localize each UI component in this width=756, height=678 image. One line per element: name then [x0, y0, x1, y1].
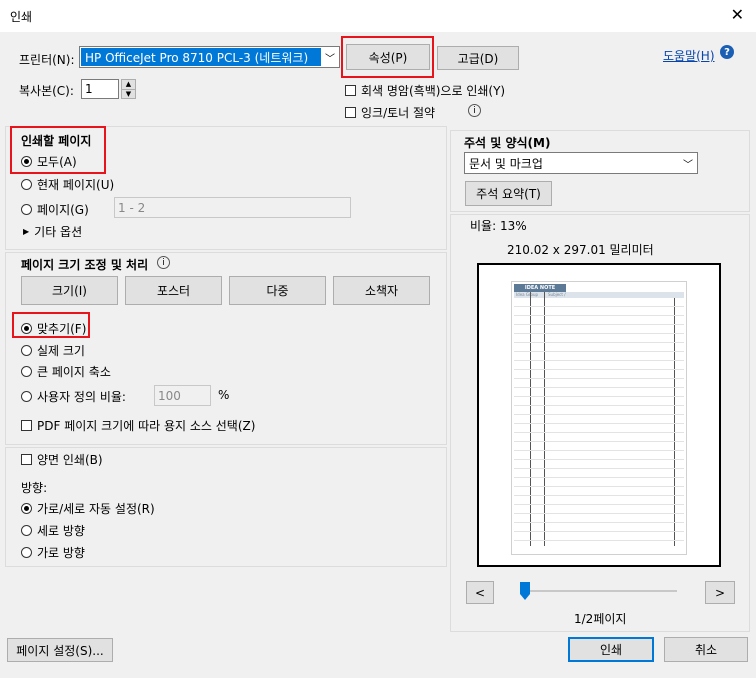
copies-label: 복사본(C):	[19, 84, 74, 98]
comments-selected-value: 문서 및 마크업	[469, 156, 543, 171]
tab-poster[interactable]: 포스터	[125, 276, 222, 305]
page-indicator: 1/2페이지	[574, 612, 627, 626]
preview-doc-lines	[514, 298, 684, 546]
duplex-option[interactable]: 양면 인쇄(B)	[21, 451, 103, 468]
pages-current-label: 현재 페이지(U)	[37, 178, 115, 192]
preview-doc-col1: Idea Group	[516, 292, 539, 297]
comments-select[interactable]: 문서 및 마크업 ﹀	[464, 152, 698, 174]
tab-booklet[interactable]: 소책자	[333, 276, 430, 305]
preview-doc-title: IDEA NOTE	[514, 284, 566, 292]
percent-label: %	[218, 388, 230, 402]
print-button[interactable]: 인쇄	[568, 637, 654, 662]
fit-radio[interactable]	[21, 323, 32, 334]
copies-spinner[interactable]: ▲ ▼	[121, 79, 136, 99]
more-options-label: 기타 옵션	[34, 225, 83, 239]
next-page-button[interactable]: >	[705, 581, 735, 604]
printer-select[interactable]: HP OfficeJet Pro 8710 PCL-3 (네트워크) ﹀	[79, 46, 340, 68]
custom-scale-radio[interactable]	[21, 391, 32, 402]
page-preview: IDEA NOTE Idea Group Subject /	[477, 263, 721, 567]
close-icon[interactable]: ✕	[731, 5, 744, 24]
orientation-auto-radio[interactable]	[21, 503, 32, 514]
custom-scale-option[interactable]: 사용자 정의 비율:	[21, 388, 126, 405]
pages-range-input[interactable]: 1 - 2	[114, 197, 351, 218]
pages-range-label: 페이지(G)	[37, 203, 89, 217]
spin-up-icon[interactable]: ▲	[122, 80, 135, 90]
triangle-right-icon: ▶	[23, 227, 30, 236]
help-link[interactable]: 도움말(H)	[663, 47, 715, 64]
shrink-radio[interactable]	[21, 366, 32, 377]
tab-multiple[interactable]: 다중	[229, 276, 326, 305]
orientation-title: 방향:	[21, 481, 48, 495]
orientation-landscape-label: 가로 방향	[37, 546, 85, 560]
window-title: 인쇄	[10, 10, 33, 24]
custom-scale-label: 사용자 정의 비율:	[37, 390, 126, 404]
printer-selected-value: HP OfficeJet Pro 8710 PCL-3 (네트워크)	[81, 48, 321, 66]
orientation-landscape-option[interactable]: 가로 방향	[21, 544, 85, 561]
preview-document: IDEA NOTE Idea Group Subject /	[511, 281, 687, 555]
orientation-auto-option[interactable]: 가로/세로 자동 설정(R)	[21, 500, 155, 517]
cancel-button[interactable]: 취소	[664, 637, 748, 662]
orientation-landscape-radio[interactable]	[21, 547, 32, 558]
pages-range-radio[interactable]	[21, 204, 32, 215]
pages-all-option[interactable]: 모두(A)	[21, 153, 77, 170]
advanced-button[interactable]: 고급(D)	[437, 46, 519, 70]
tab-size[interactable]: 크기(I)	[21, 276, 118, 305]
orientation-portrait-radio[interactable]	[21, 525, 32, 536]
shrink-option[interactable]: 큰 페이지 축소	[21, 363, 111, 380]
orientation-portrait-label: 세로 방향	[37, 524, 85, 538]
save-ink-label: 잉크/토너 절약	[361, 106, 436, 120]
chevron-down-icon: ﹀	[683, 160, 693, 171]
pages-title: 인쇄할 페이지	[21, 134, 92, 148]
page-sizing-title: 페이지 크기 조정 및 처리	[21, 258, 149, 272]
shrink-label: 큰 페이지 축소	[37, 365, 111, 379]
duplex-checkbox[interactable]	[21, 454, 32, 465]
pages-current-option[interactable]: 현재 페이지(U)	[21, 176, 114, 193]
preview-doc-col2: Subject /	[548, 292, 566, 297]
title-bar: 인쇄 ✕	[0, 0, 756, 32]
grayscale-option[interactable]: 회색 명암(흑백)으로 인쇄(Y)	[345, 82, 505, 99]
save-ink-option[interactable]: 잉크/토너 절약	[345, 104, 435, 121]
orientation-auto-label: 가로/세로 자동 설정(R)	[37, 502, 155, 516]
page-setup-button[interactable]: 페이지 설정(S)...	[7, 638, 113, 662]
pdf-source-label: PDF 페이지 크기에 따라 용지 소스 선택(Z)	[37, 419, 256, 433]
pages-range-option[interactable]: 페이지(G)	[21, 201, 89, 218]
page-slider-thumb[interactable]	[520, 582, 530, 600]
grayscale-checkbox[interactable]	[345, 85, 356, 96]
custom-scale-input[interactable]: 100	[154, 385, 211, 406]
save-ink-checkbox[interactable]	[345, 107, 356, 118]
properties-button[interactable]: 속성(P)	[346, 44, 430, 70]
spin-down-icon[interactable]: ▼	[122, 90, 135, 99]
grayscale-label: 회색 명암(흑백)으로 인쇄(Y)	[361, 84, 506, 98]
orientation-portrait-option[interactable]: 세로 방향	[21, 522, 85, 539]
pages-all-radio[interactable]	[21, 156, 32, 167]
pdf-source-option[interactable]: PDF 페이지 크기에 따라 용지 소스 선택(Z)	[21, 417, 255, 434]
fit-option[interactable]: 맞추기(F)	[21, 320, 86, 337]
pages-current-radio[interactable]	[21, 179, 32, 190]
fit-label: 맞추기(F)	[37, 322, 87, 336]
actual-size-label: 실제 크기	[37, 344, 85, 358]
info-icon[interactable]: i	[468, 104, 481, 117]
copies-input[interactable]: 1	[81, 79, 119, 99]
prev-page-button[interactable]: <	[466, 581, 494, 604]
printer-label: 프린터(N):	[19, 53, 75, 67]
pdf-source-checkbox[interactable]	[21, 420, 32, 431]
help-icon[interactable]: ?	[720, 45, 734, 59]
chevron-down-icon: ﹀	[325, 54, 335, 65]
duplex-label: 양면 인쇄(B)	[37, 453, 103, 467]
comments-title: 주석 및 양식(M)	[464, 136, 551, 150]
comments-summary-button[interactable]: 주석 요약(T)	[465, 181, 552, 206]
preview-scale: 비율: 13%	[470, 219, 527, 233]
preview-size: 210.02 x 297.01 밀리미터	[507, 243, 654, 257]
info-icon[interactable]: i	[157, 256, 170, 269]
actual-size-radio[interactable]	[21, 345, 32, 356]
actual-size-option[interactable]: 실제 크기	[21, 342, 85, 359]
page-slider[interactable]	[520, 590, 677, 592]
pages-all-label: 모두(A)	[37, 155, 77, 169]
more-options-toggle[interactable]: ▶ 기타 옵션	[23, 223, 82, 240]
